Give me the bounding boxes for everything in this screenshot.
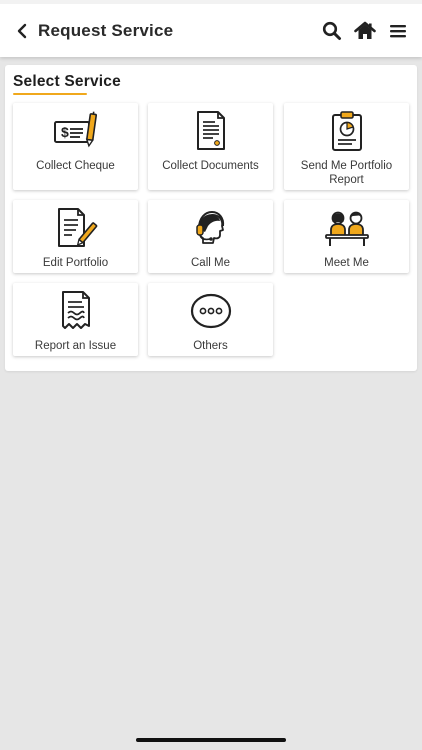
service-tile-edit-portfolio[interactable]: Edit Portfolio	[13, 200, 138, 273]
home-indicator	[136, 738, 286, 742]
menu-icon	[389, 24, 406, 37]
app-header: Request Service	[0, 0, 422, 57]
menu-button[interactable]	[381, 13, 414, 49]
service-tile-others[interactable]: Others	[148, 283, 273, 356]
select-service-card: Select Service $ Collect Cheque Collect …	[5, 65, 417, 371]
headset-agent-icon	[187, 206, 235, 250]
service-label: Send Me Portfolio Report	[300, 160, 393, 186]
service-label: Edit Portfolio	[42, 257, 109, 269]
torn-document-icon	[52, 289, 100, 333]
service-label: Meet Me	[324, 257, 369, 269]
service-tile-report-issue[interactable]: Report an Issue	[13, 283, 138, 356]
service-label: Collect Documents	[162, 160, 259, 172]
service-label: Others	[193, 340, 228, 352]
svg-text:$: $	[61, 124, 69, 140]
service-tile-collect-documents[interactable]: Collect Documents	[148, 103, 273, 190]
service-tile-meet-me[interactable]: Meet Me	[284, 200, 409, 273]
cheque-pen-icon: $	[52, 109, 100, 153]
back-button[interactable]	[6, 11, 38, 51]
clipboard-chart-icon	[323, 109, 371, 153]
home-icon	[353, 21, 376, 39]
section-title: Select Service	[13, 73, 121, 90]
service-label: Collect Cheque	[36, 160, 115, 172]
section-title-underline	[13, 93, 87, 95]
service-grid: $ Collect Cheque Collect Documents Send …	[13, 103, 409, 358]
service-tile-collect-cheque[interactable]: $ Collect Cheque	[13, 103, 138, 190]
document-icon	[187, 109, 235, 153]
service-tile-call-me[interactable]: Call Me	[148, 200, 273, 273]
chevron-left-icon	[17, 23, 27, 38]
service-tile-send-portfolio-report[interactable]: Send Me Portfolio Report	[284, 103, 409, 190]
page-title: Request Service	[38, 20, 174, 40]
search-icon	[322, 21, 341, 40]
meeting-people-icon	[323, 206, 371, 250]
search-button[interactable]	[315, 13, 348, 49]
edit-document-icon	[52, 206, 100, 250]
more-dots-icon	[187, 289, 235, 333]
service-label: Call Me	[191, 257, 230, 269]
home-button[interactable]	[348, 13, 381, 49]
header-actions	[315, 13, 414, 49]
service-label: Report an Issue	[34, 340, 117, 352]
